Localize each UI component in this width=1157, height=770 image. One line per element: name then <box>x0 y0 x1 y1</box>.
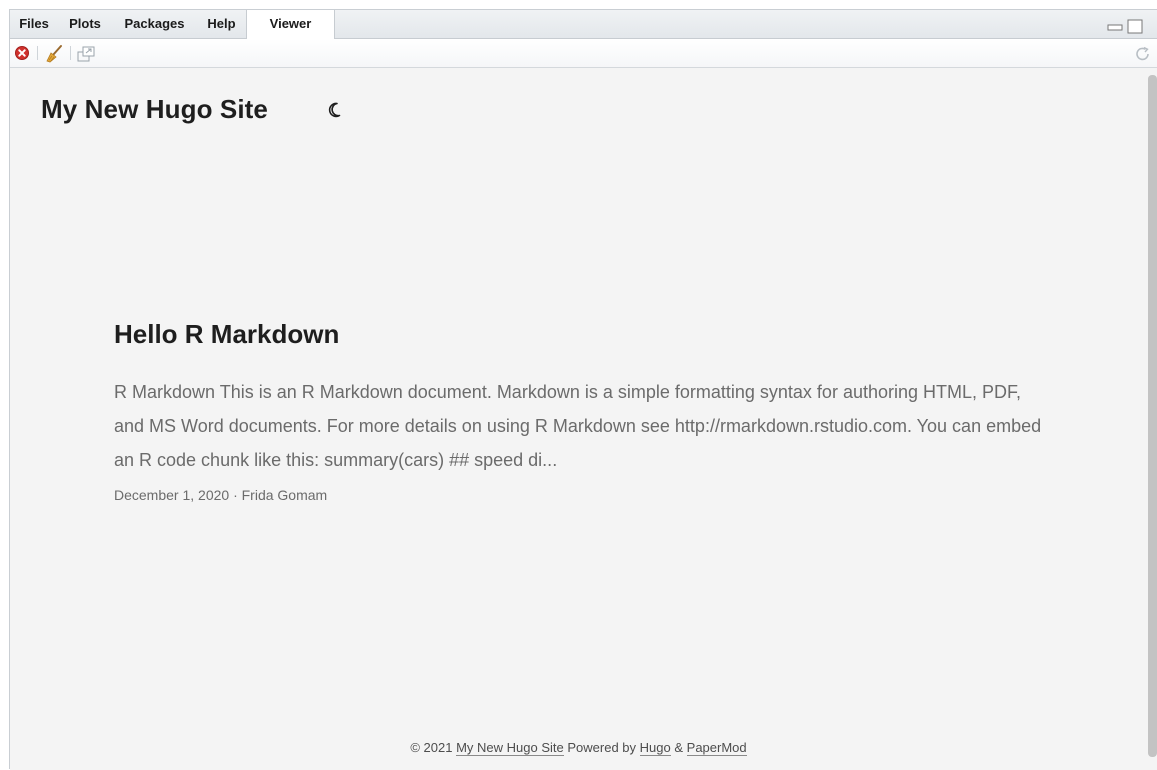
footer-hugo-link[interactable]: Hugo <box>639 740 671 756</box>
viewer-content: My New Hugo Site Hello R Markdown R Mark… <box>10 68 1147 770</box>
site-title[interactable]: My New Hugo Site <box>41 94 268 125</box>
tab-help[interactable]: Help <box>197 10 246 39</box>
footer-powered-by: Powered by <box>567 740 637 755</box>
footer-papermod-link[interactable]: PaperMod <box>686 740 747 756</box>
post-title[interactable]: Hello R Markdown <box>114 319 339 350</box>
broom-icon[interactable] <box>44 44 64 64</box>
refresh-icon[interactable] <box>1134 45 1152 63</box>
tab-files[interactable]: Files <box>10 10 58 39</box>
minimize-pane-icon[interactable] <box>1107 19 1123 31</box>
toolbar-separator <box>70 46 71 60</box>
tab-packages[interactable]: Packages <box>112 10 197 39</box>
moon-icon[interactable] <box>328 101 344 119</box>
post-meta: December 1, 2020 · Frida Gomam <box>114 487 328 503</box>
maximize-pane-icon[interactable] <box>1127 19 1143 35</box>
tab-plots[interactable]: Plots <box>58 10 112 39</box>
viewer-pane: Files Plots Packages Help Viewer My New … <box>9 9 1157 770</box>
footer-copyright: © 2021 <box>410 740 453 755</box>
popout-icon[interactable] <box>76 45 96 63</box>
vertical-scrollbar[interactable] <box>1147 68 1157 770</box>
footer-site-link[interactable]: My New Hugo Site <box>456 740 564 756</box>
tab-viewer[interactable]: Viewer <box>246 10 335 40</box>
viewer-toolbar <box>10 39 1157 68</box>
scrollbar-thumb[interactable] <box>1148 75 1157 757</box>
toolbar-separator <box>37 46 38 60</box>
site-footer: © 2021 My New Hugo Site Powered by Hugo … <box>10 740 1147 756</box>
post-summary: R Markdown This is an R Markdown documen… <box>114 382 1042 470</box>
stop-icon[interactable] <box>14 45 30 61</box>
footer-ampersand: & <box>674 740 684 755</box>
pane-tabbar: Files Plots Packages Help Viewer <box>10 10 1157 40</box>
